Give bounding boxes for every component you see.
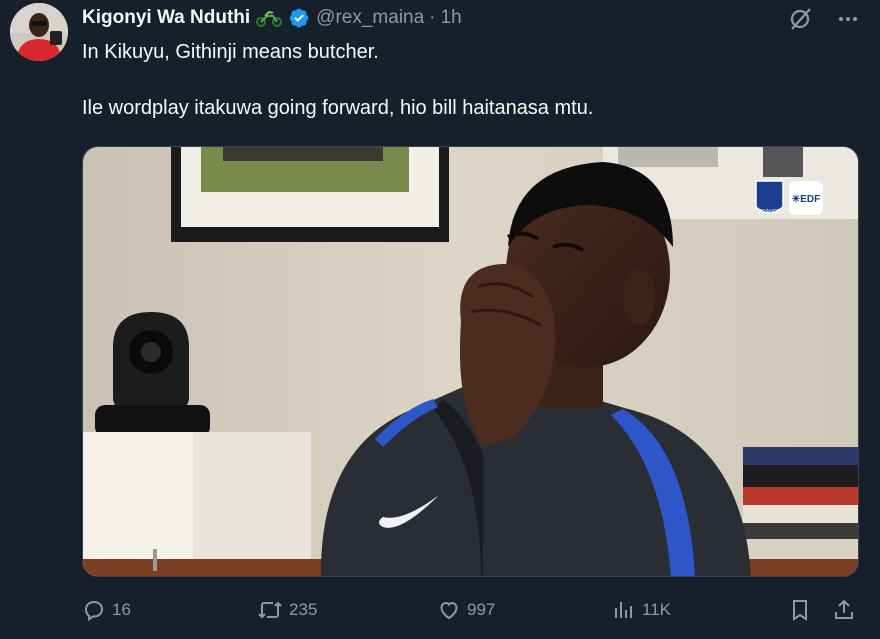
edf-logo: ✳EDF (789, 181, 823, 215)
tweet-text: In Kikuyu, Githinji means butcher. Ile w… (82, 38, 852, 122)
more-icon[interactable] (836, 7, 860, 37)
views-count: 11K (642, 600, 671, 619)
action-bar: 16 235 997 11K (82, 596, 860, 624)
author-name[interactable]: Kigonyi Wa Nduthi (82, 7, 250, 29)
reply-count: 16 (112, 600, 131, 619)
svg-text:FRANCE: FRANCE (759, 209, 780, 215)
svg-text:✳EDF: ✳EDF (792, 194, 820, 205)
views-button[interactable]: 11K (612, 598, 671, 622)
avatar[interactable] (10, 3, 68, 61)
share-icon (832, 598, 856, 622)
tweet-header: Kigonyi Wa Nduthi @rex_maina · 1h (82, 4, 880, 32)
reply-icon (82, 598, 106, 622)
bookmark-button[interactable] (788, 598, 812, 622)
motorbike-icon (256, 9, 283, 27)
avatar-image (10, 3, 68, 61)
header-actions (788, 6, 860, 38)
like-count: 997 (467, 600, 496, 619)
france-fff-crest-icon: FRANCE (755, 180, 784, 215)
retweet-button[interactable]: 235 (257, 598, 317, 622)
tweet-line-1: In Kikuyu, Githinji means butcher. (82, 41, 379, 63)
media-photo: FRANCE ✳EDF (83, 147, 858, 576)
like-icon (437, 598, 461, 622)
author-handle[interactable]: @rex_maina (316, 7, 424, 29)
verified-badge-icon[interactable] (288, 7, 310, 29)
bookmark-icon (788, 598, 812, 622)
share-button[interactable] (832, 598, 856, 622)
grok-icon[interactable] (788, 6, 814, 38)
views-icon (612, 598, 636, 622)
tweet-media[interactable]: FRANCE ✳EDF (82, 146, 859, 577)
retweet-count: 235 (289, 600, 318, 619)
separator: · (429, 7, 436, 28)
like-button[interactable]: 997 (437, 598, 495, 622)
retweet-icon (257, 598, 283, 622)
timestamp[interactable]: 1h (441, 7, 462, 29)
reply-button[interactable]: 16 (82, 598, 131, 622)
tweet-line-2: Ile wordplay itakuwa going forward, hio … (82, 97, 594, 119)
